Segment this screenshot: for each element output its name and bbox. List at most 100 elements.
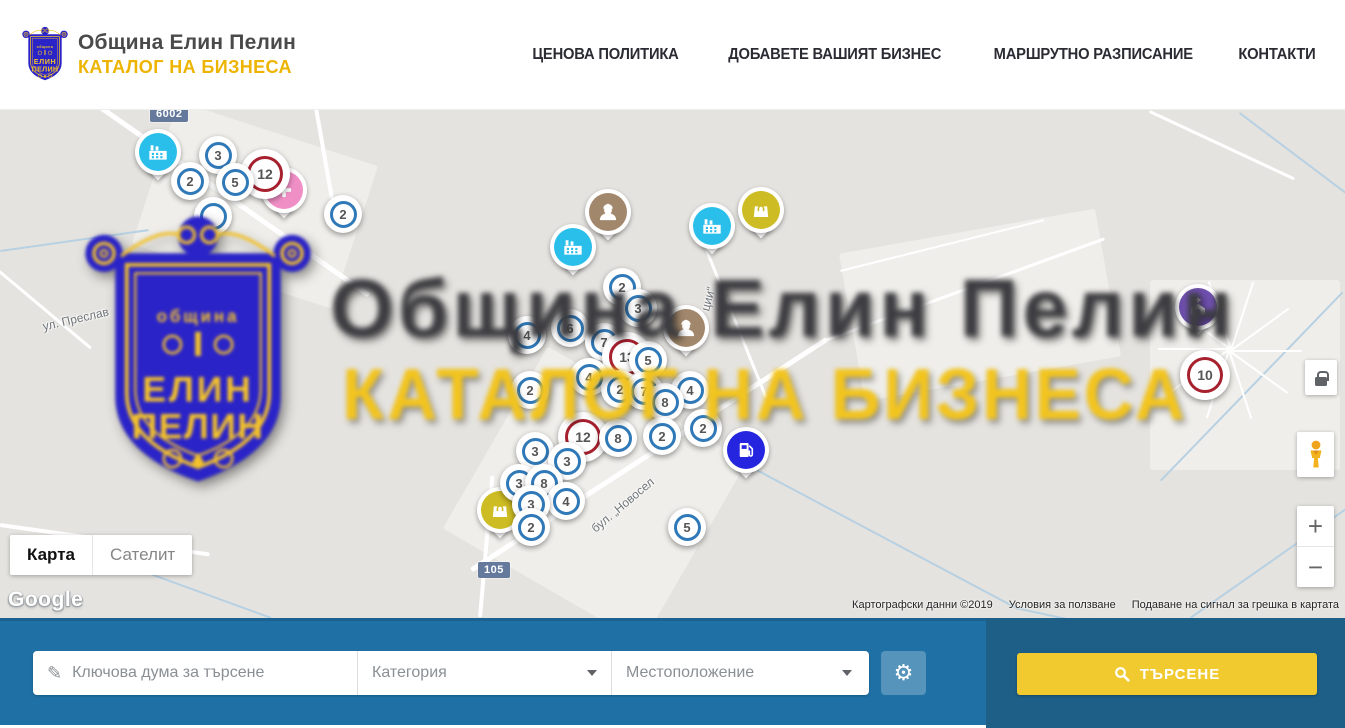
attribution-terms-link[interactable]: Условия за ползване [1009, 599, 1116, 611]
cluster-marker[interactable]: 4 [547, 482, 585, 520]
category-select[interactable]: Категория [358, 651, 612, 695]
cluster-marker[interactable]: 2 [324, 195, 362, 233]
cluster-marker[interactable]: 2 [684, 409, 722, 447]
cluster-marker[interactable]: 5 [216, 163, 254, 201]
main-nav: ЦЕНОВА ПОЛИТИКА ДОБАВЕТЕ ВАШИЯТ БИЗНЕС М… [526, 46, 1345, 64]
cluster-count: 2 [177, 168, 204, 195]
map-type-map-button[interactable]: Карта [10, 535, 92, 575]
factory-icon [554, 228, 592, 266]
location-select-label: Местоположение [626, 664, 754, 682]
cluster-count: 4 [514, 322, 541, 349]
cluster-count: 2 [330, 201, 357, 228]
cluster-count: 4 [576, 364, 603, 391]
cluster-count: 3 [522, 438, 549, 465]
site-logo[interactable]: община ЕЛИН ПЕЛИН Община Елин Пелин КАТА… [0, 26, 296, 84]
cluster-marker[interactable]: 2 [643, 417, 681, 455]
cluster-marker[interactable] [194, 197, 232, 235]
cluster-count: 2 [517, 377, 544, 404]
cluster-count: 2 [518, 514, 545, 541]
search-icon [1114, 666, 1130, 682]
search-button-label: ТЪРСЕНЕ [1140, 666, 1221, 683]
nav-route-schedule[interactable]: МАРШРУТНО РАЗПИСАНИЕ [993, 46, 1192, 64]
gear-icon: ⚙ [894, 660, 914, 686]
zoom-in-button[interactable]: + [1297, 506, 1334, 547]
attribution-report-error-link[interactable]: Подаване на сигнал за грешка в картата [1132, 599, 1339, 611]
cluster-marker[interactable]: 4 [508, 316, 546, 354]
zoom-control: + − [1297, 506, 1334, 587]
cluster-count: 2 [649, 423, 676, 450]
bag-icon [742, 191, 780, 229]
map-river [754, 468, 1020, 611]
map-road [0, 270, 92, 349]
svg-text:ПЕЛИН: ПЕЛИН [132, 407, 265, 447]
map-type-toggle: Карта Сателит [10, 535, 192, 575]
padlock-icon [1315, 377, 1327, 386]
nav-pricing-policy[interactable]: ЦЕНОВА ПОЛИТИКА [532, 46, 678, 64]
cluster-marker[interactable]: 5 [668, 508, 706, 546]
map-attribution: Картографски данни ©2019 Условия за полз… [852, 599, 1339, 611]
road-number-badge: 105 [478, 562, 510, 578]
cluster-marker[interactable]: 3 [619, 289, 657, 327]
fuel-icon [727, 431, 765, 469]
municipality-crest-icon: община ЕЛИН ПЕЛИН [22, 26, 68, 84]
pin-factory[interactable] [550, 224, 596, 270]
attribution-copyright: Картографски данни ©2019 [852, 599, 993, 611]
worker-icon [667, 309, 705, 347]
keyword-input[interactable] [72, 664, 357, 682]
pin-fuel[interactable] [723, 427, 769, 473]
pin-bag[interactable] [738, 187, 784, 233]
map-type-satellite-button[interactable]: Сателит [92, 535, 192, 575]
search-fields: ✎ Категория Местоположение [33, 651, 869, 695]
map-road [1158, 348, 1230, 350]
chevron-down-icon [842, 670, 852, 676]
cluster-count: 4 [553, 488, 580, 515]
chevron-down-icon [587, 670, 597, 676]
cluster-marker[interactable]: 2 [512, 508, 550, 546]
cluster-count: 2 [690, 415, 717, 442]
cluster-marker[interactable]: 8 [646, 383, 684, 421]
cluster-marker[interactable]: 2 [171, 162, 209, 200]
cluster-count [200, 203, 227, 230]
pegman-icon [1304, 439, 1328, 471]
nav-add-your-business[interactable]: ДОБАВЕТЕ ВАШИЯТ БИЗНЕС [728, 46, 941, 64]
lock-control[interactable] [1305, 360, 1337, 395]
street-view-pegman[interactable] [1297, 432, 1334, 477]
map-road [1230, 350, 1302, 352]
header: община ЕЛИН ПЕЛИН Община Елин Пелин КАТА… [0, 0, 1345, 110]
map-urban-block [839, 209, 1121, 402]
pin-factory[interactable] [135, 129, 181, 175]
church-icon [1179, 288, 1217, 326]
cluster-marker[interactable]: 8 [599, 419, 637, 457]
road-number-badge: 6002 [150, 110, 188, 122]
pin-worker[interactable] [663, 305, 709, 351]
keyword-field[interactable]: ✎ [33, 651, 358, 695]
search-button[interactable]: ТЪРСЕНЕ [1017, 653, 1317, 695]
google-logo[interactable]: Google [8, 588, 83, 612]
map-road [1149, 110, 1295, 180]
location-select[interactable]: Местоположение [612, 651, 866, 695]
street-name-label: ул. Преслав [41, 305, 110, 334]
map-river [1239, 112, 1345, 195]
cluster-count: 3 [625, 295, 652, 322]
cluster-marker[interactable]: 10 [1180, 350, 1230, 400]
svg-text:ПЕЛИН: ПЕЛИН [32, 65, 59, 73]
pencil-icon: ✎ [47, 663, 62, 684]
cluster-count: 6 [557, 315, 584, 342]
pin-factory[interactable] [689, 203, 735, 249]
cluster-count: 5 [635, 347, 662, 374]
map-canvas[interactable]: 6002105ул. Преславбул. „Новоселции“ 3122… [0, 110, 1345, 618]
svg-text:община: община [157, 307, 240, 326]
cluster-marker[interactable]: 6 [551, 309, 589, 347]
svg-text:община: община [37, 45, 54, 49]
nav-contacts[interactable]: КОНТАКТИ [1238, 46, 1315, 64]
category-select-label: Категория [372, 664, 447, 682]
advanced-settings-button[interactable]: ⚙ [881, 651, 926, 695]
factory-icon [693, 207, 731, 245]
zoom-out-button[interactable]: − [1297, 547, 1334, 587]
cluster-marker[interactable]: 2 [511, 371, 549, 409]
cluster-count: 8 [605, 425, 632, 452]
cluster-count: 5 [222, 169, 249, 196]
factory-icon [139, 133, 177, 171]
pin-church[interactable] [1175, 284, 1221, 330]
map-river [0, 229, 149, 252]
